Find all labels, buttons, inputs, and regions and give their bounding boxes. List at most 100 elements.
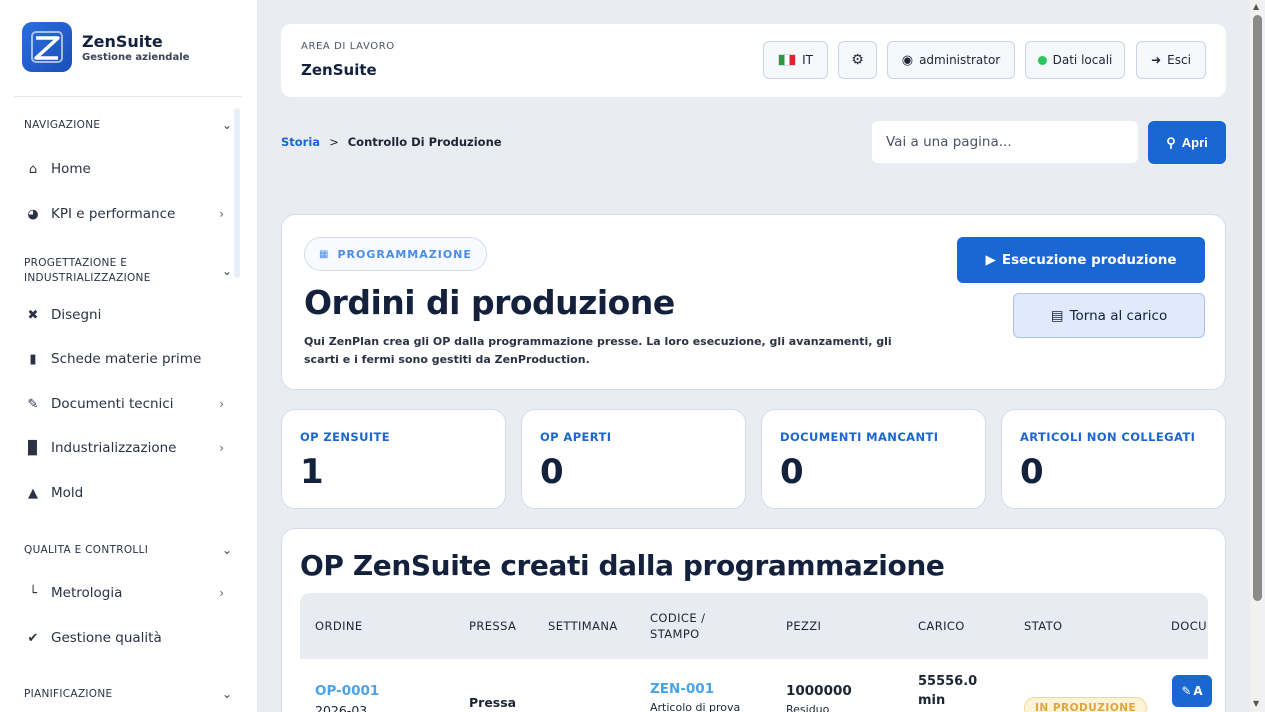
- section-label: QUALITA E CONTROLLI: [24, 544, 149, 556]
- breadcrumb-current: Controllo Di Produzione: [347, 135, 502, 149]
- kpi-card: DOCUMENTI MANCANTI 0: [761, 409, 986, 509]
- page-scrollbar[interactable]: ▲ ▼: [1250, 0, 1265, 712]
- section-navigazione[interactable]: NAVIGAZIONE ⌄: [24, 118, 232, 133]
- kpi-value: 0: [540, 452, 564, 492]
- file-icon: ▮: [29, 351, 37, 367]
- chevron-down-icon: ⌄: [221, 687, 232, 702]
- order-link[interactable]: OP-0001: [315, 683, 379, 699]
- pieces-value: 1000000: [786, 683, 852, 699]
- pill-label: PROGRAMMAZIONE: [337, 247, 472, 261]
- sidebar-item-label: Documenti tecnici: [51, 396, 174, 412]
- press-cell: Pressa: [469, 695, 517, 710]
- kpi-label: OP APERTI: [540, 430, 612, 444]
- sidebar-item-qualita[interactable]: ✔ Gestione qualità: [24, 630, 224, 646]
- user-icon: ◉: [901, 52, 914, 68]
- open-button-label: Apri: [1181, 135, 1208, 150]
- kpi-value: 0: [1020, 452, 1044, 492]
- breadcrumb-separator: >: [329, 135, 339, 149]
- section-pianificazione[interactable]: PIANIFICAZIONE ⌄: [24, 687, 232, 702]
- section-pill: ▦ PROGRAMMAZIONE: [304, 237, 487, 271]
- column-header[interactable]: CARICO: [918, 593, 965, 659]
- user-name: administrator: [919, 53, 1001, 67]
- chevron-right-icon: ›: [219, 441, 224, 455]
- status-badge: IN PRODUZIONE: [1024, 697, 1148, 712]
- code-description: Articolo di prova: [650, 701, 741, 712]
- pieces-label: Residuo: [786, 703, 830, 712]
- brand-subtitle: Gestione aziendale: [82, 51, 190, 63]
- table-row[interactable]: OP-0001 2026-03 Pressa ZEN-001 Articolo …: [300, 659, 1212, 712]
- scroll-thumb[interactable]: [1253, 15, 1262, 601]
- kpi-card: OP ZENSUITE 1: [281, 409, 506, 509]
- column-header[interactable]: CODICE / STAMPO: [650, 593, 740, 659]
- column-header[interactable]: STATO: [1024, 593, 1062, 659]
- logout-label: Esci: [1167, 53, 1191, 67]
- sidebar-item-kpi[interactable]: ◕ KPI e performance ›: [24, 206, 224, 222]
- ruler-icon: └: [29, 585, 37, 601]
- logout-button[interactable]: ➜ Esci: [1136, 41, 1206, 79]
- chevron-down-icon: ⌄: [221, 543, 232, 558]
- search-icon: ⚲: [1166, 134, 1176, 150]
- column-header[interactable]: DOCU: [1171, 593, 1207, 659]
- load-unit: min: [918, 692, 946, 708]
- back-to-load-button[interactable]: ▤ Torna al carico: [1013, 293, 1205, 338]
- section-progettazione[interactable]: PROGETTAZIONE E INDUSTRIALIZZAZIONE ⌄: [24, 256, 232, 285]
- sidebar-item-label: Schede materie prime: [51, 351, 202, 367]
- section-qualita[interactable]: QUALITA E CONTROLLI ⌄: [24, 543, 232, 558]
- section-label: PIANIFICAZIONE: [24, 688, 113, 700]
- sidebar-scrollbar[interactable]: [234, 108, 240, 278]
- kpi-label: DOCUMENTI MANCANTI: [780, 430, 939, 444]
- kpi-value: 1: [300, 452, 324, 492]
- tools-icon: ✖: [27, 307, 39, 323]
- open-page-button[interactable]: ⚲ Apri: [1148, 121, 1226, 164]
- sidebar-item-label: Gestione qualità: [51, 630, 162, 646]
- zensuite-logo-icon: [22, 22, 72, 72]
- section-label: NAVIGAZIONE: [24, 119, 101, 131]
- document-button[interactable]: ✎ A: [1172, 675, 1212, 707]
- scroll-down-icon[interactable]: ▼: [1253, 699, 1259, 708]
- column-header[interactable]: SETTIMANA: [548, 593, 618, 659]
- theme-toggle-button[interactable]: ⚙: [838, 41, 877, 79]
- sidebar-item-mold[interactable]: ▲ Mold: [24, 485, 224, 501]
- sidebar-item-label: KPI e performance: [51, 206, 176, 222]
- divider: [14, 96, 242, 97]
- sidebar-item-metrologia[interactable]: └ Metrologia ›: [24, 585, 224, 601]
- back-button-label: Torna al carico: [1069, 307, 1168, 324]
- check-icon: ✔: [27, 630, 39, 646]
- kpi-label: ARTICOLI NON COLLEGATI: [1020, 430, 1196, 444]
- orders-table-card: OP ZenSuite creati dalla programmazione …: [281, 528, 1226, 712]
- column-header[interactable]: PEZZI: [786, 593, 821, 659]
- kpi-label: OP ZENSUITE: [300, 430, 391, 444]
- logout-icon: ➜: [1151, 53, 1162, 67]
- status-dot-icon: [1037, 55, 1047, 65]
- table-title: OP ZenSuite creati dalla programmazione: [300, 549, 945, 582]
- kpi-value: 0: [780, 452, 804, 492]
- data-source-button[interactable]: Dati locali: [1025, 41, 1125, 79]
- scroll-up-icon[interactable]: ▲: [1253, 2, 1259, 11]
- code-link[interactable]: ZEN-001: [650, 681, 740, 697]
- language-label: IT: [802, 53, 813, 67]
- chevron-down-icon: ⌄: [221, 118, 232, 133]
- column-header[interactable]: ORDINE: [315, 593, 363, 659]
- order-week: 2026-03: [315, 703, 368, 712]
- brand[interactable]: ZenSuite Gestione aziendale: [22, 22, 189, 72]
- top-bar: AREA DI LAVORO ZenSuite IT ⚙ ◉ administr…: [281, 24, 1226, 97]
- sidebar-item-industrializzazione[interactable]: ▉ Industrializzazione ›: [24, 440, 224, 456]
- breadcrumb-root-link[interactable]: Storia: [281, 135, 320, 149]
- chart-icon: ▤: [1050, 307, 1064, 324]
- clipboard-icon: ▦: [319, 248, 330, 260]
- exec-button-label: Esecuzione produzione: [1001, 252, 1177, 268]
- italy-flag-icon: [778, 54, 797, 66]
- language-button[interactable]: IT: [763, 41, 828, 79]
- column-header[interactable]: PRESSA: [469, 593, 516, 659]
- sidebar-item-documenti[interactable]: ✎ Documenti tecnici ›: [24, 396, 224, 412]
- goto-page-input[interactable]: [872, 121, 1138, 163]
- sidebar-item-disegni[interactable]: ✖ Disegni: [24, 307, 224, 323]
- sidebar-item-home[interactable]: ⌂ Home: [24, 161, 224, 177]
- home-icon: ⌂: [28, 161, 38, 177]
- production-execution-button[interactable]: ▶ Esecuzione produzione: [957, 237, 1205, 283]
- user-button[interactable]: ◉ administrator: [887, 41, 1015, 79]
- sidebar-item-label: Mold: [51, 485, 84, 501]
- pie-chart-icon: ◕: [27, 206, 39, 222]
- sidebar-item-schede[interactable]: ▮ Schede materie prime: [24, 351, 224, 367]
- chevron-down-icon: ⌄: [221, 263, 232, 278]
